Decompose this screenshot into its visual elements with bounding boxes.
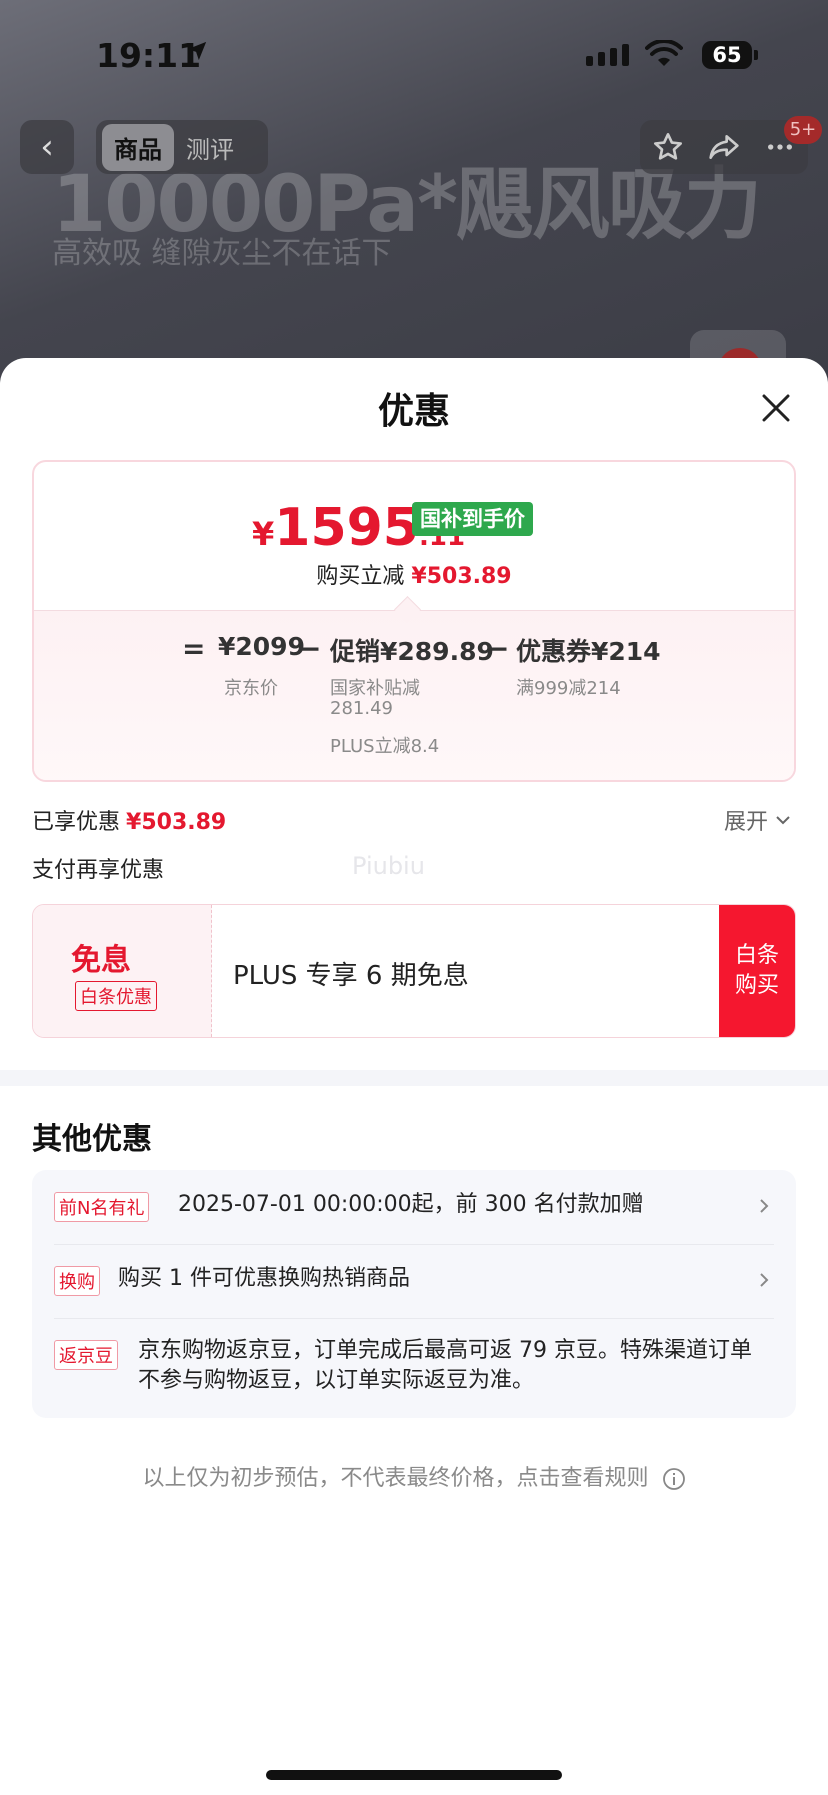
discount-sheet: 优惠 ¥1595.11 国补到手价 购买立减 ¥503.89 = ¥2099 京…: [0, 358, 828, 1795]
list-item[interactable]: 换购 购买 1 件可优惠换购热销商品: [54, 1244, 774, 1319]
wifi-icon: [645, 40, 683, 66]
disclaimer-text: 以上仅为初步预估，不代表最终价格，点击查看规则: [142, 1466, 649, 1491]
instant-discount: 购买立减 ¥503.89: [34, 558, 794, 590]
baitiao-buy-button[interactable]: 白条 购买: [719, 905, 795, 1037]
subsidy-note: 国家补贴减: [330, 678, 420, 699]
location-arrow-icon: [187, 41, 207, 61]
minus-sign: −: [486, 632, 510, 665]
interest-free-card[interactable]: 免息 白条优惠 PLUS 专享 6 期免息 白条 购买: [32, 904, 796, 1038]
other-discounts-list: 前N名有礼 2025-07-01 00:00:00起，前 300 名付款加赠 换…: [32, 1170, 796, 1418]
enjoyed-discount: 已享优惠 ¥503.89: [32, 804, 226, 836]
enjoyed-discount-label: 已享优惠: [32, 810, 121, 835]
expand-label: 展开: [724, 810, 769, 835]
chevron-right-icon: [760, 1199, 769, 1213]
item-tag: 前N名有礼: [54, 1192, 150, 1222]
battery-indicator: 65: [702, 41, 758, 69]
page-tabs: 商品 测评: [96, 120, 268, 174]
coupon-rule: 满999减214: [516, 678, 621, 699]
share-icon[interactable]: [708, 131, 740, 163]
nav-actions: [640, 120, 808, 174]
subsidy-amount: 281.49: [330, 698, 393, 719]
item-text: 购买 1 件可优惠换购热销商品: [118, 1266, 410, 1291]
buy-button-line2: 购买: [734, 973, 779, 998]
item-text: 京东购物返京豆，订单完成后最高可返 79 京豆。特殊渠道订单不参与购物返豆，以订…: [138, 1338, 752, 1393]
enjoyed-discount-value: ¥503.89: [126, 810, 227, 835]
other-discounts-title: 其他优惠: [32, 1122, 152, 1157]
price-breakdown-card: ¥1595.11 国补到手价 购买立减 ¥503.89 = ¥2099 京东价 …: [32, 460, 796, 782]
price-disclaimer[interactable]: 以上仅为初步预估，不代表最终价格，点击查看规则: [0, 1460, 828, 1492]
sheet-title: 优惠: [377, 391, 450, 432]
item-tag: 换购: [54, 1266, 100, 1296]
final-price-currency: ¥: [252, 515, 275, 553]
back-button[interactable]: ‹: [20, 120, 74, 174]
cellular-signal-icon: [586, 44, 629, 66]
chevron-right-icon: [760, 1273, 769, 1287]
chevron-left-icon: ‹: [40, 127, 54, 167]
banner-subtitle: 高效吸 缝隙灰尘不在话下: [52, 236, 392, 271]
baitiao-tag: 白条优惠: [75, 981, 157, 1011]
instant-discount-value: ¥503.89: [411, 564, 512, 589]
interest-free-title: 免息: [71, 943, 131, 978]
chevron-down-icon: [776, 816, 790, 825]
star-icon[interactable]: [652, 131, 684, 163]
info-icon: [662, 1468, 685, 1490]
coupon-amount: 优惠券¥214: [516, 637, 661, 666]
list-item: 返京豆 京东购物返京豆，订单完成后最高可返 79 京豆。特殊渠道订单不参与购物返…: [54, 1318, 774, 1418]
equals-sign: =: [182, 632, 206, 665]
jd-price: ¥2099: [218, 632, 305, 661]
expand-button[interactable]: 展开: [724, 804, 792, 836]
status-bar: 19:11 65: [0, 0, 828, 100]
watermark-text: Piubiu: [352, 852, 425, 880]
subsidy-price-tag: 国补到手价: [412, 502, 533, 536]
pay-extra-title: 支付再享优惠: [32, 858, 165, 883]
instant-discount-label: 购买立减: [316, 564, 405, 589]
final-price-integer: 1595: [274, 498, 419, 558]
home-indicator: [266, 1770, 562, 1780]
close-icon[interactable]: [756, 388, 796, 428]
section-divider: [0, 1070, 828, 1086]
minus-sign: −: [298, 632, 322, 665]
item-text: 2025-07-01 00:00:00起，前 300 名付款加赠: [178, 1192, 644, 1217]
promotion-amount: 促销¥289.89: [330, 637, 494, 666]
message-count-badge: 5+: [784, 116, 822, 144]
buy-button-line1: 白条: [734, 943, 779, 968]
jd-price-label: 京东价: [224, 678, 278, 699]
item-tag: 返京豆: [54, 1340, 118, 1370]
tab-product[interactable]: 商品: [102, 123, 174, 171]
list-item[interactable]: 前N名有礼 2025-07-01 00:00:00起，前 300 名付款加赠: [54, 1170, 774, 1245]
interest-free-description: PLUS 专享 6 期免息: [233, 961, 469, 991]
tab-review[interactable]: 测评: [174, 124, 246, 171]
plus-discount-note: PLUS立减8.4: [330, 736, 440, 757]
